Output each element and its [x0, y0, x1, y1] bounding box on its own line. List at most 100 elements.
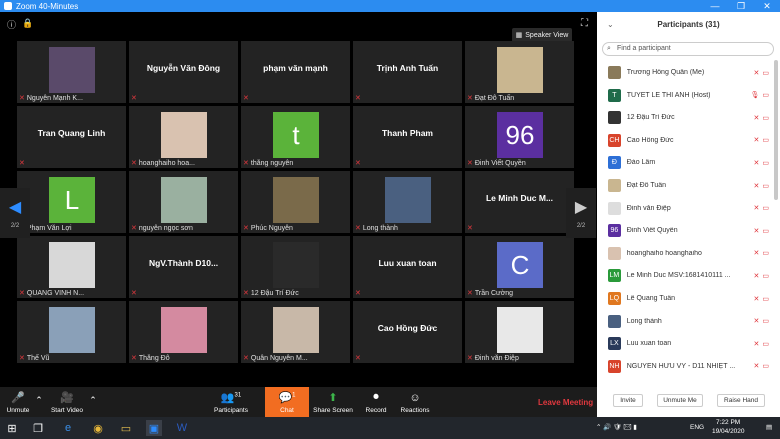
mic-off-icon: ✕: [131, 290, 137, 297]
participant-list-item[interactable]: LQ Lê Quang Tuấn ✕▭: [597, 288, 772, 309]
windows-start-icon[interactable]: ⊞: [4, 420, 20, 436]
leave-meeting-button[interactable]: Leave Meeting: [538, 398, 593, 407]
participant-list-item[interactable]: 96 Đinh Viết Quyền ✕▭: [597, 220, 772, 241]
participant-tile[interactable]: Nguyễn Văn Đông ✕: [129, 41, 238, 103]
tile-name-label: ✕: [355, 354, 363, 362]
record-button[interactable]: ⏺ Record: [362, 387, 390, 417]
participant-tile[interactable]: L✕Phạm Văn Lợi: [17, 171, 126, 233]
participant-tile[interactable]: ✕ Đạt Đỗ Tuấn: [465, 41, 574, 103]
raise-hand-button[interactable]: Raise Hand: [717, 394, 765, 407]
chat-button[interactable]: 💬1 Chat: [265, 387, 309, 417]
tile-name-label: ✕ Đạt Đỗ Tuấn: [467, 94, 515, 103]
notification-icon[interactable]: ▤: [766, 423, 772, 431]
participant-list-avatar: Đ: [608, 156, 621, 170]
participant-tile[interactable]: ✕ Long thành: [353, 171, 462, 233]
mic-off-icon: ✕: [355, 160, 361, 167]
participants-button[interactable]: 👥31 Participants: [210, 387, 252, 417]
zoom-taskbar-icon[interactable]: ▣: [146, 420, 162, 436]
close-icon[interactable]: ✕: [754, 0, 780, 12]
tray-icons[interactable]: ⌃ 🔊 🛡 ✉ ▮: [596, 423, 637, 431]
tile-display-name: phạm văn mạnh: [263, 63, 328, 73]
window-title: Zoom 40-Minutes: [16, 1, 79, 11]
participant-list-name: Lê Quang Tuấn: [626, 295, 676, 302]
participant-tile[interactable]: Le Minh Duc M... ✕: [465, 171, 574, 233]
participant-tile[interactable]: t ✕ thắng nguyễn: [241, 106, 350, 168]
clock-date[interactable]: 19/04/2020: [712, 428, 745, 435]
participant-tile[interactable]: 96 ✕ Đinh Viết Quyền: [465, 106, 574, 168]
participant-tile[interactable]: Thanh Pham ✕: [353, 106, 462, 168]
tile-name: Đạt Đỗ Tuấn: [474, 94, 515, 102]
minimize-icon[interactable]: —: [702, 0, 728, 12]
fullscreen-icon[interactable]: ⛶: [581, 18, 588, 29]
participant-list-name: Đinh Viết Quyền: [626, 227, 678, 235]
participant-photo: [497, 47, 543, 93]
tile-name: Phạm Văn Lợi: [26, 224, 72, 232]
participant-list-item[interactable]: Trương Hồng Quân (Me) ✕▭: [597, 62, 772, 83]
mic-off-icon: ✕: [355, 290, 361, 297]
participant-tile[interactable]: ✕ Nguyễn Mạnh K...: [17, 41, 126, 103]
language-indicator[interactable]: ENG: [690, 424, 704, 431]
video-options-chevron-icon[interactable]: ⌃: [88, 387, 98, 417]
maximize-icon[interactable]: ❐: [728, 0, 754, 12]
participant-list-item[interactable]: 12 Đậu Trí Đức ✕▭: [597, 107, 772, 128]
tile-name: Thắng Đỗ: [138, 354, 170, 362]
search-input[interactable]: ⌕ Find a participant: [602, 42, 774, 56]
tile-display-name: Luu xuan toan: [378, 258, 437, 268]
participant-tile[interactable]: ✕ Thắng Đỗ: [129, 301, 238, 363]
unmute-button[interactable]: 🎤 Unmute: [4, 387, 32, 417]
edge-icon[interactable]: e: [60, 420, 76, 436]
clock-time[interactable]: 7:22 PM: [716, 419, 740, 426]
lock-icon[interactable]: 🔒: [22, 18, 33, 29]
participant-list-item[interactable]: Đ Đào Lâm ✕▭: [597, 152, 772, 173]
participants-scrollbar[interactable]: [774, 60, 778, 200]
participant-list-item[interactable]: LM Le Minh Duc MSV:1681410111 ... ✕▭: [597, 265, 772, 286]
participant-tile[interactable]: ✕ Quân Nguyễn M...: [241, 301, 350, 363]
file-explorer-icon[interactable]: ▭: [118, 420, 134, 436]
windows-taskbar: ⊞ ❐ e ◉ ▭ ▣ W ⌃ 🔊 🛡 ✉ ▮ ENG 7:22 PM 19/0…: [0, 417, 780, 439]
participant-list-item[interactable]: LX Luu xuan toan ✕▭: [597, 333, 772, 354]
mic-off-icon: ✕: [19, 160, 25, 167]
participant-list-item[interactable]: Đạt Đỗ Tuấn ✕▭: [597, 175, 772, 196]
unmute-me-button[interactable]: Unmute Me: [657, 394, 703, 407]
participant-tile[interactable]: ✕ Đinh văn Điệp: [465, 301, 574, 363]
participant-tile[interactable]: ✕ Thế Vũ: [17, 301, 126, 363]
task-view-icon[interactable]: ❐: [30, 420, 46, 436]
chrome-icon[interactable]: ◉: [90, 420, 106, 436]
participant-tile[interactable]: ✕ hoanghaiho hoa...: [129, 106, 238, 168]
participant-tile[interactable]: ✕ Phúc Nguyễn: [241, 171, 350, 233]
participant-list-name: Đạt Đỗ Tuấn: [626, 182, 667, 189]
participant-tile[interactable]: NgV.Thành D10... ✕: [129, 236, 238, 298]
info-icon[interactable]: ⓘ: [7, 18, 16, 31]
participant-tile[interactable]: ✕ 12 Đậu Trí Đức: [241, 236, 350, 298]
participant-list-item[interactable]: hoanghaiho hoanghaiho ✕▭: [597, 243, 772, 264]
prev-page-button[interactable]: ◀ 2/2: [0, 188, 30, 238]
participant-list-avatar: [608, 111, 621, 125]
mic-off-icon: 🎤: [11, 392, 25, 404]
share-screen-button[interactable]: ⬆ Share Screen: [312, 387, 354, 417]
participant-tile[interactable]: C ✕ Trần Cường: [465, 236, 574, 298]
word-icon[interactable]: W: [174, 420, 190, 436]
participant-list-item[interactable]: Đinh văn Điệp ✕▭: [597, 198, 772, 219]
participant-list-item[interactable]: Long thành ✕▭: [597, 311, 772, 332]
participant-photo: [49, 47, 95, 93]
participant-tile[interactable]: phạm văn mạnh ✕: [241, 41, 350, 103]
start-video-button[interactable]: 🎥 Start Video: [48, 387, 86, 417]
participant-list-item[interactable]: CH Cao Hồng Đức ✕▭: [597, 130, 772, 151]
invite-button[interactable]: Invite: [613, 394, 643, 407]
participant-tile[interactable]: Cao Hồng Đức ✕: [353, 301, 462, 363]
next-page-button[interactable]: ▶ 2/2: [566, 188, 596, 238]
participant-photo: [49, 307, 95, 353]
participant-list-item[interactable]: T TUYET LE THI ANH (Host) 🎙▭: [597, 85, 772, 106]
speaker-view-button[interactable]: ▦ Speaker View: [512, 28, 572, 42]
mic-off-icon: ✕: [131, 95, 137, 102]
participant-tile[interactable]: Trịnh Anh Tuấn ✕: [353, 41, 462, 103]
participant-tile[interactable]: Luu xuan toan ✕: [353, 236, 462, 298]
tile-name-label: ✕: [355, 159, 363, 167]
participant-list-item[interactable]: NH NGUYỄN HỮU VỸ - D11 NHIỆT ... ✕▭: [597, 356, 772, 377]
participant-tile[interactable]: ✕ nguyễn ngọc sơn: [129, 171, 238, 233]
participant-tile[interactable]: ✕ QUANG VINH N...: [17, 236, 126, 298]
audio-options-chevron-icon[interactable]: ⌃: [34, 387, 44, 417]
participant-tile[interactable]: Tran Quang Linh ✕: [17, 106, 126, 168]
tile-name: hoanghaiho hoa...: [138, 159, 195, 167]
reactions-button[interactable]: ☺ Reactions: [398, 387, 432, 417]
